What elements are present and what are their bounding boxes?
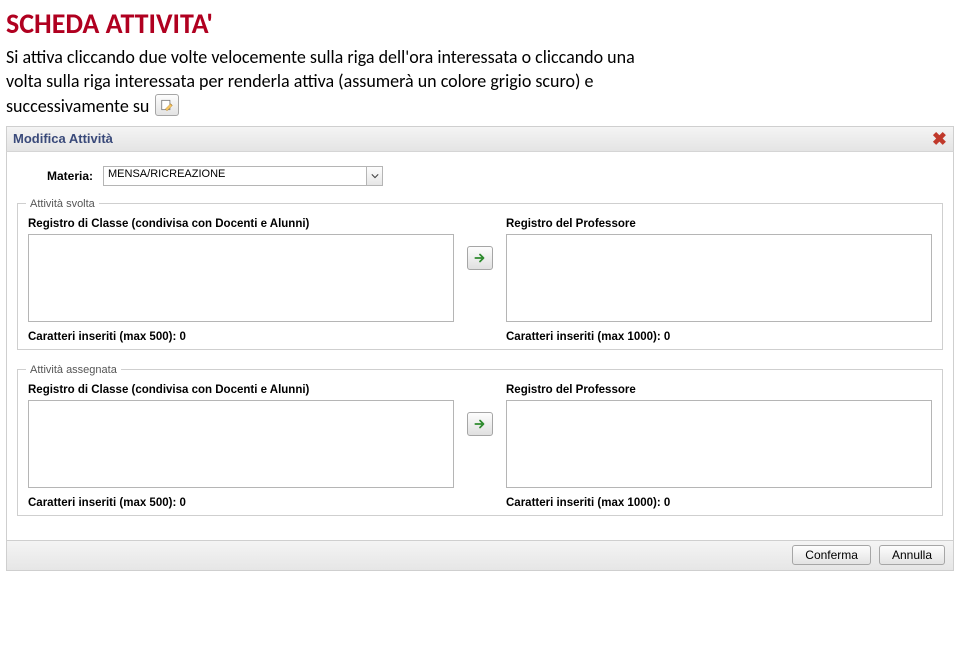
fieldset-attivita-svolta: Attività svolta Registro di Classe (cond…	[17, 198, 943, 350]
counter-prof-assegnata: Caratteri inseriti (max 1000): 0	[506, 497, 932, 509]
fieldset-attivita-assegnata: Attività assegnata Registro di Classe (c…	[17, 364, 943, 516]
counter-classe-svolta: Caratteri inseriti (max 500): 0	[28, 331, 454, 343]
doc-para-line2: volta sulla riga interessata per renderl…	[6, 70, 593, 92]
copy-right-button-2[interactable]	[467, 412, 493, 436]
dialog-footer: Conferma Annulla	[6, 541, 954, 571]
copy-right-button[interactable]	[467, 246, 493, 270]
doc-para-line1: Si attiva cliccando due volte velocement…	[6, 46, 635, 68]
counter-prof-svolta: Caratteri inseriti (max 1000): 0	[506, 331, 932, 343]
chevron-down-icon	[366, 167, 382, 185]
arrow-col-svolta	[460, 218, 500, 270]
col-prof-head-2: Registro del Professore	[506, 384, 932, 396]
dialog-body: Materia: MENSA/RICREAZIONE Attività svol…	[6, 152, 954, 541]
col-classe-svolta: Registro di Classe (condivisa con Docent…	[28, 218, 454, 343]
dialog: Modifica Attività ✖ Materia: MENSA/RICRE…	[0, 122, 960, 577]
doc-para-line3: successivamente su	[6, 94, 149, 118]
col-classe-head-2: Registro di Classe (condivisa con Docent…	[28, 384, 454, 396]
edit-icon	[155, 94, 179, 116]
col-prof-svolta: Registro del Professore Caratteri inseri…	[506, 218, 932, 343]
doc-header: SCHEDA ATTIVITA'	[0, 0, 960, 43]
close-icon[interactable]: ✖	[932, 130, 947, 148]
col-classe-head: Registro di Classe (condivisa con Docent…	[28, 218, 454, 230]
textarea-classe-assegnata[interactable]	[28, 400, 454, 488]
materia-label: Materia:	[47, 169, 93, 183]
col-prof-assegnata: Registro del Professore Caratteri inseri…	[506, 384, 932, 509]
materia-select-value: MENSA/RICREAZIONE	[103, 166, 383, 186]
cancel-button[interactable]: Annulla	[879, 545, 945, 565]
dialog-titlebar: Modifica Attività ✖	[6, 126, 954, 152]
col-classe-assegnata: Registro di Classe (condivisa con Docent…	[28, 384, 454, 509]
counter-classe-assegnata: Caratteri inseriti (max 500): 0	[28, 497, 454, 509]
page-title: SCHEDA ATTIVITA'	[6, 6, 954, 41]
textarea-prof-svolta[interactable]	[506, 234, 932, 322]
legend-svolta: Attività svolta	[26, 198, 99, 210]
textarea-prof-assegnata[interactable]	[506, 400, 932, 488]
doc-paragraph: Si attiva cliccando due volte velocement…	[0, 43, 960, 122]
arrow-col-assegnata	[460, 384, 500, 436]
dialog-title: Modifica Attività	[13, 131, 113, 146]
materia-row: Materia: MENSA/RICREAZIONE	[47, 166, 943, 186]
legend-assegnata: Attività assegnata	[26, 364, 121, 376]
confirm-button[interactable]: Conferma	[792, 545, 871, 565]
textarea-classe-svolta[interactable]	[28, 234, 454, 322]
materia-select[interactable]: MENSA/RICREAZIONE	[103, 166, 383, 186]
col-prof-head: Registro del Professore	[506, 218, 932, 230]
